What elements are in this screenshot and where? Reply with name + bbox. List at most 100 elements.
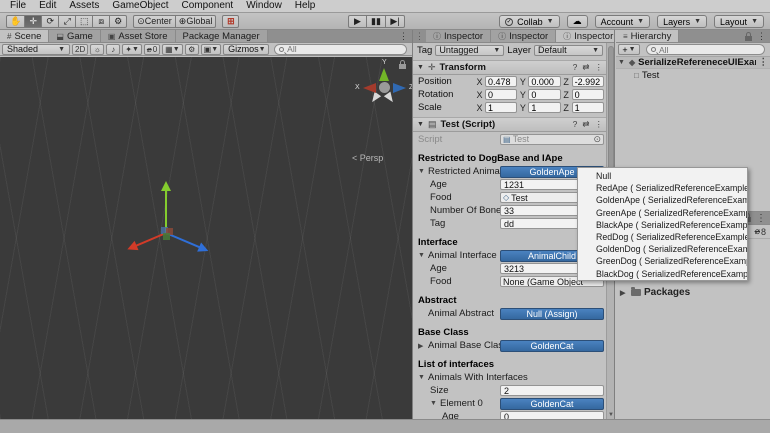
popup-item-goldenape[interactable]: GoldenApe ( SerializedReferenceExample ) (578, 194, 747, 206)
age-input[interactable] (500, 411, 604, 419)
hierarchy-item-test[interactable]: □ Test (616, 69, 770, 81)
panel-menu-icon[interactable]: ⋮ (395, 31, 412, 42)
foldout-arrow[interactable]: ▼ (618, 59, 626, 66)
scene-menu-icon[interactable]: ⋮ (759, 57, 769, 68)
lock-icon[interactable] (745, 36, 752, 41)
rotation-x-input[interactable] (485, 89, 517, 100)
menu-gameobject[interactable]: GameObject (106, 0, 174, 12)
space-toggle-button[interactable]: ⊕Global (176, 15, 217, 28)
axis-cone-white[interactable] (384, 92, 396, 105)
popup-item-greendog[interactable]: GreenDog ( SerializedReferenceExample ) (578, 255, 747, 267)
tab-hierarchy[interactable]: ≡Hierarchy (616, 30, 679, 42)
foldout-arrow[interactable]: ▶ (620, 289, 628, 297)
hidden-objects-button[interactable]: ⌀0 (144, 44, 160, 55)
custom-tool-button[interactable]: ⚙ (110, 15, 127, 28)
tab-game[interactable]: ⬓Game (49, 30, 100, 42)
menu-edit[interactable]: Edit (33, 0, 62, 12)
pause-button[interactable]: ▮▮ (367, 15, 386, 28)
scale-y-input[interactable] (528, 102, 560, 113)
pivot-toggle-button[interactable]: ⊙Center (133, 15, 176, 28)
packages-row[interactable]: ▶ Packages (616, 286, 770, 299)
step-button[interactable]: ▶| (386, 15, 405, 28)
rotate-tool-button[interactable]: ⟳ (42, 15, 59, 28)
foldout-arrow[interactable]: ▼ (417, 64, 424, 71)
move-gizmo[interactable] (120, 167, 215, 262)
foldout-arrow[interactable]: ▼ (418, 168, 428, 175)
scene-search-input[interactable] (287, 44, 402, 54)
grid-visibility-dropdown[interactable]: ▦▼ (162, 44, 183, 55)
menu-help[interactable]: Help (289, 0, 322, 12)
tag-dropdown[interactable]: Untagged▼ (435, 45, 504, 56)
orientation-gizmo[interactable]: Y X Z (362, 65, 406, 109)
component-menu-icon[interactable]: ⋮ (595, 119, 604, 130)
scene-camera-dropdown[interactable]: ▣▼ (201, 44, 222, 55)
popup-item-blackdog[interactable]: BlackDog ( SerializedReferenceExample ) (578, 268, 747, 280)
panel-menu-icon[interactable]: ⋮ (756, 213, 766, 224)
menu-window[interactable]: Window (240, 0, 288, 12)
tab-inspector-2[interactable]: ⓘInspector (491, 30, 556, 42)
axis-cone-white[interactable] (369, 92, 381, 105)
scrollbar-down-arrow[interactable]: ▼ (608, 412, 614, 418)
perspective-label[interactable]: < Persp (352, 153, 383, 163)
play-button[interactable]: ▶ (348, 15, 367, 28)
popup-item-redape[interactable]: RedApe ( SerializedReferenceExample ) (578, 182, 747, 194)
grid-snap-button[interactable]: ⊞ (222, 15, 239, 28)
animal-abstract-type-button[interactable]: Null (Assign) (500, 308, 604, 320)
move-gizmo-center[interactable] (161, 227, 173, 239)
component-menu-icon[interactable]: ⋮ (595, 62, 604, 73)
rect-tool-button[interactable]: ⬚ (76, 15, 93, 28)
foldout-arrow[interactable]: ▼ (418, 400, 440, 407)
help-icon[interactable]: ? (573, 62, 578, 73)
scene-tools-button[interactable]: ⚙ (185, 44, 199, 55)
menu-file[interactable]: File (4, 0, 32, 12)
menu-component[interactable]: Component (176, 0, 240, 12)
panel-menu-icon[interactable]: ⋮ (757, 31, 766, 42)
tab-inspector-3[interactable]: ⓘInspector (556, 30, 615, 42)
move-tool-button[interactable]: ✛ (25, 15, 42, 28)
popup-item-greenape[interactable]: GreenApe ( SerializedReferenceExample ) (578, 207, 747, 219)
popup-item-goldendog[interactable]: GoldenDog ( SerializedReferenceExample ) (578, 243, 747, 255)
hand-tool-button[interactable]: ✋ (6, 15, 25, 28)
position-z-input[interactable] (572, 76, 604, 87)
transform-tool-button[interactable]: ⧈ (93, 15, 110, 28)
collab-button[interactable]: ✓Collab▼ (499, 15, 559, 28)
gizmo-center-ball[interactable] (379, 82, 390, 93)
popup-item-reddog[interactable]: RedDog ( SerializedReferenceExample ) (578, 231, 747, 243)
account-dropdown[interactable]: Account▼ (595, 15, 650, 28)
position-y-input[interactable] (528, 76, 560, 87)
layer-dropdown[interactable]: Default▼ (534, 45, 603, 56)
popup-item-null[interactable]: Null (578, 170, 747, 182)
scene-root-row[interactable]: ▼ ◆ SerializeRefereneceUIExample! ⋮ (616, 57, 770, 69)
foldout-arrow[interactable]: ▼ (417, 121, 424, 128)
rotation-y-input[interactable] (528, 89, 560, 100)
element0-type-button[interactable]: GoldenCat (500, 398, 604, 410)
scene-audio-button[interactable]: ♪ (106, 44, 120, 55)
tab-scene[interactable]: #Scene (0, 30, 49, 42)
axis-z-cone[interactable] (393, 83, 406, 93)
animal-base-class-type-button[interactable]: GoldenCat (500, 340, 604, 352)
tab-package-manager[interactable]: Package Manager (176, 30, 268, 42)
rotation-z-input[interactable] (572, 89, 604, 100)
hierarchy-search-input[interactable] (659, 45, 760, 55)
menu-assets[interactable]: Assets (63, 0, 105, 12)
test-script-header[interactable]: ▼ ▤ Test (Script) ?⇄⋮ (413, 117, 607, 132)
cloud-button[interactable]: ☁ (567, 15, 588, 28)
toggle-2d-button[interactable]: 2D (72, 44, 88, 55)
scale-tool-button[interactable]: ⤢ (59, 15, 76, 28)
help-icon[interactable]: ? (573, 119, 578, 130)
scene-fx-dropdown[interactable]: ✦▼ (122, 44, 142, 55)
tab-inspector-1[interactable]: ⓘInspector (426, 30, 491, 42)
gizmos-dropdown[interactable]: Gizmos▼ (223, 44, 269, 55)
size-input[interactable] (500, 385, 604, 396)
layers-dropdown[interactable]: Layers▼ (657, 15, 707, 28)
axis-y-cone[interactable] (379, 68, 389, 81)
layout-dropdown[interactable]: Layout▼ (714, 15, 764, 28)
scene-light-button[interactable]: ☼ (90, 44, 104, 55)
foldout-arrow[interactable]: ▶ (418, 342, 428, 350)
create-object-button[interactable]: +▼ (618, 44, 640, 55)
hierarchy-search-field[interactable] (646, 44, 765, 55)
transform-header[interactable]: ▼ ✛ Transform ?⇄⋮ (413, 60, 607, 75)
hidden-packages-icon[interactable]: ⌀ (755, 226, 760, 237)
panel-drag-handle[interactable]: ⋮ (413, 31, 426, 42)
tab-asset-store[interactable]: ▣Asset Store (101, 30, 176, 42)
